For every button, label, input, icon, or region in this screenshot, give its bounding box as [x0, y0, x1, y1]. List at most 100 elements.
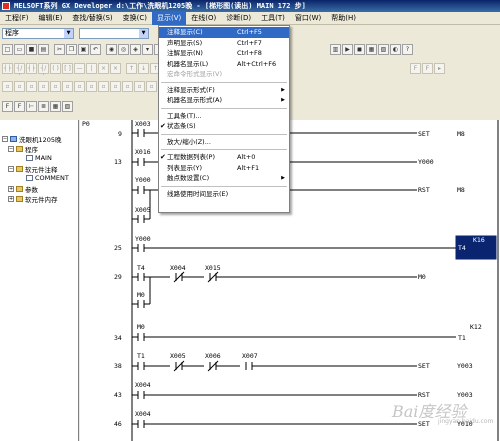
open-icon[interactable]: ▭	[14, 44, 25, 55]
alias-icon[interactable]: ▫	[50, 81, 61, 92]
find-coil-icon[interactable]: ◈	[130, 44, 141, 55]
instruction-icon[interactable]: [ ]	[62, 63, 73, 74]
nc-contact-symbol-icon[interactable]: F	[14, 101, 25, 112]
menu-item-status-bar[interactable]: ✔ 状态条(S)	[159, 121, 289, 132]
menu-item-alias-format[interactable]: 机器名显示形式(A) ▶	[159, 95, 289, 106]
program-list-icon[interactable]: ▫	[74, 81, 85, 92]
line-draw-icon[interactable]: F	[410, 63, 421, 74]
device-combo[interactable]: ▼	[79, 28, 149, 39]
list-mode-icon[interactable]: ≣	[38, 101, 49, 112]
menu-diagnostics[interactable]: 诊断(D)	[221, 12, 256, 25]
note-icon[interactable]: ▫	[38, 81, 49, 92]
line-erase-icon[interactable]: F	[422, 63, 433, 74]
parallel-no-icon[interactable]: ┤├	[26, 63, 37, 74]
menu-item-label: 声明显示(S)	[167, 38, 203, 47]
menu-edit[interactable]: 编辑(E)	[34, 12, 68, 25]
ladder-editor[interactable]: P0 9 X003 SET M8 13 X016 Y000 Y000 RST M…	[80, 120, 500, 441]
mode-icon[interactable]: ▸	[434, 63, 445, 74]
device-test-icon[interactable]: ▦	[366, 44, 377, 55]
monitor-start-icon[interactable]: ▶	[342, 44, 353, 55]
print-icon[interactable]: ▤	[38, 44, 49, 55]
falling-edge-icon[interactable]: ↓	[138, 63, 149, 74]
contact-nc-icon[interactable]: ┤/├	[14, 63, 25, 75]
tree-item-parameter[interactable]: + 参数	[8, 184, 38, 194]
collapse-icon[interactable]: −	[2, 136, 8, 142]
register-icon[interactable]: ▫	[122, 81, 133, 92]
monitor-stop-icon[interactable]: ◼	[354, 44, 365, 55]
menu-view[interactable]: 显示(V)	[152, 11, 187, 25]
menu-item-note-display[interactable]: 注解显示(N) Ctrl+F8	[159, 48, 289, 59]
menu-item-project-data-list[interactable]: ✔ 工程数据列表(P) Alt+0	[159, 152, 289, 163]
tree-item-device-memory[interactable]: + 软元件内存	[8, 194, 58, 204]
write-mode-icon[interactable]: ▦	[50, 101, 61, 112]
program-combo[interactable]: 程序 ▼	[2, 28, 74, 39]
paste-icon[interactable]: ▣	[78, 44, 89, 55]
collapse-icon[interactable]: −	[8, 146, 14, 152]
find-contact-icon[interactable]: ◎	[118, 44, 129, 55]
menu-item-comment-display[interactable]: 注释显示(C) Ctrl+F5	[159, 27, 289, 38]
tree-item-comment[interactable]: COMMENT	[26, 174, 69, 182]
menu-tools[interactable]: 工具(T)	[256, 12, 290, 25]
app-icon	[2, 2, 10, 10]
menu-item-list-display[interactable]: 列表显示(Y) Alt+F1	[159, 163, 289, 174]
menu-window[interactable]: 窗口(W)	[290, 12, 326, 25]
tree-item-device-comment[interactable]: − 软元件注释	[8, 164, 58, 174]
delete-hline-icon[interactable]: ×	[98, 63, 109, 74]
ladder-mode-icon[interactable]: ⊢	[26, 101, 37, 112]
tree-item-label: 参数	[25, 186, 38, 194]
menu-item-alias-display[interactable]: 机器名显示(L) Alt+Ctrl+F6	[159, 59, 289, 70]
contact-label: X016	[135, 148, 151, 156]
menu-item-zoom[interactable]: 放大/缩小(Z)...	[159, 137, 289, 148]
undo-icon[interactable]: ↶	[90, 44, 101, 55]
vline-icon[interactable]: |	[86, 63, 97, 74]
contact-no-icon[interactable]: ┤├	[2, 63, 13, 74]
comment-icon[interactable]: ▫	[14, 81, 25, 92]
compile-icon[interactable]: ▧	[378, 44, 389, 55]
menu-help[interactable]: 帮助(H)	[326, 12, 361, 25]
menu-item-contact-count[interactable]: 触点数设置(C) ▶	[159, 173, 289, 184]
device-list-icon[interactable]: ▫	[98, 81, 109, 92]
menu-item-comment-format[interactable]: 注释显示形式(F) ▶	[159, 85, 289, 96]
contact-label: X003	[135, 120, 151, 128]
new-icon[interactable]: □	[2, 44, 13, 55]
delete-vline-icon[interactable]: ×	[110, 63, 121, 74]
menu-find-replace[interactable]: 查找/替换(S)	[67, 12, 117, 25]
tree-item-main[interactable]: MAIN	[26, 154, 52, 162]
monitor-icon[interactable]: ▥	[330, 44, 341, 55]
collapse-icon[interactable]: −	[8, 166, 14, 172]
find-icon[interactable]: ◉	[106, 44, 117, 55]
zoom-icon[interactable]: ◐	[390, 44, 401, 55]
buffer-icon[interactable]: ▫	[146, 81, 157, 92]
menu-item-statement-display[interactable]: 声明显示(S) Ctrl+F7	[159, 38, 289, 49]
project-icon	[10, 136, 17, 142]
rising-edge-icon[interactable]: ↑	[126, 63, 137, 74]
tree-item-program[interactable]: − 程序	[8, 144, 38, 154]
cut-icon[interactable]: ✂	[54, 44, 65, 55]
help-icon[interactable]: ?	[402, 44, 413, 55]
coil-icon[interactable]: ( )	[50, 63, 61, 74]
menu-item-line-usage-time[interactable]: 线路使用时间显示(E)	[159, 189, 289, 200]
instruction: SET	[418, 130, 430, 138]
hline-icon[interactable]: —	[74, 63, 85, 74]
save-icon[interactable]: ■	[26, 44, 37, 55]
expand-icon[interactable]: +	[8, 186, 14, 192]
step-icon[interactable]: ▫	[2, 81, 13, 92]
menu-convert[interactable]: 变换(C)	[118, 12, 152, 25]
cross-ref-icon[interactable]: ▫	[86, 81, 97, 92]
batch-icon[interactable]: ▫	[110, 81, 121, 92]
entry-icon[interactable]: ▫	[134, 81, 145, 92]
macro-icon[interactable]: ▫	[62, 81, 73, 92]
read-mode-icon[interactable]: ▧	[62, 101, 73, 112]
contact-symbol-icon[interactable]: F	[2, 101, 13, 112]
menu-item-toolbar[interactable]: 工具条(T)...	[159, 111, 289, 122]
step-number: 25	[114, 244, 122, 252]
parallel-nc-icon[interactable]: ┤/├	[38, 63, 49, 75]
menu-online[interactable]: 在线(O)	[186, 12, 221, 25]
expand-icon[interactable]: +	[8, 196, 14, 202]
tree-root[interactable]: − 洗眼机1205晚	[2, 134, 62, 144]
statement-icon[interactable]: ▫	[26, 81, 37, 92]
contact-label: X006	[205, 352, 221, 360]
copy-icon[interactable]: ❐	[66, 44, 77, 55]
menu-project[interactable]: 工程(F)	[0, 12, 34, 25]
read-plc-icon[interactable]: ▾	[142, 44, 153, 55]
